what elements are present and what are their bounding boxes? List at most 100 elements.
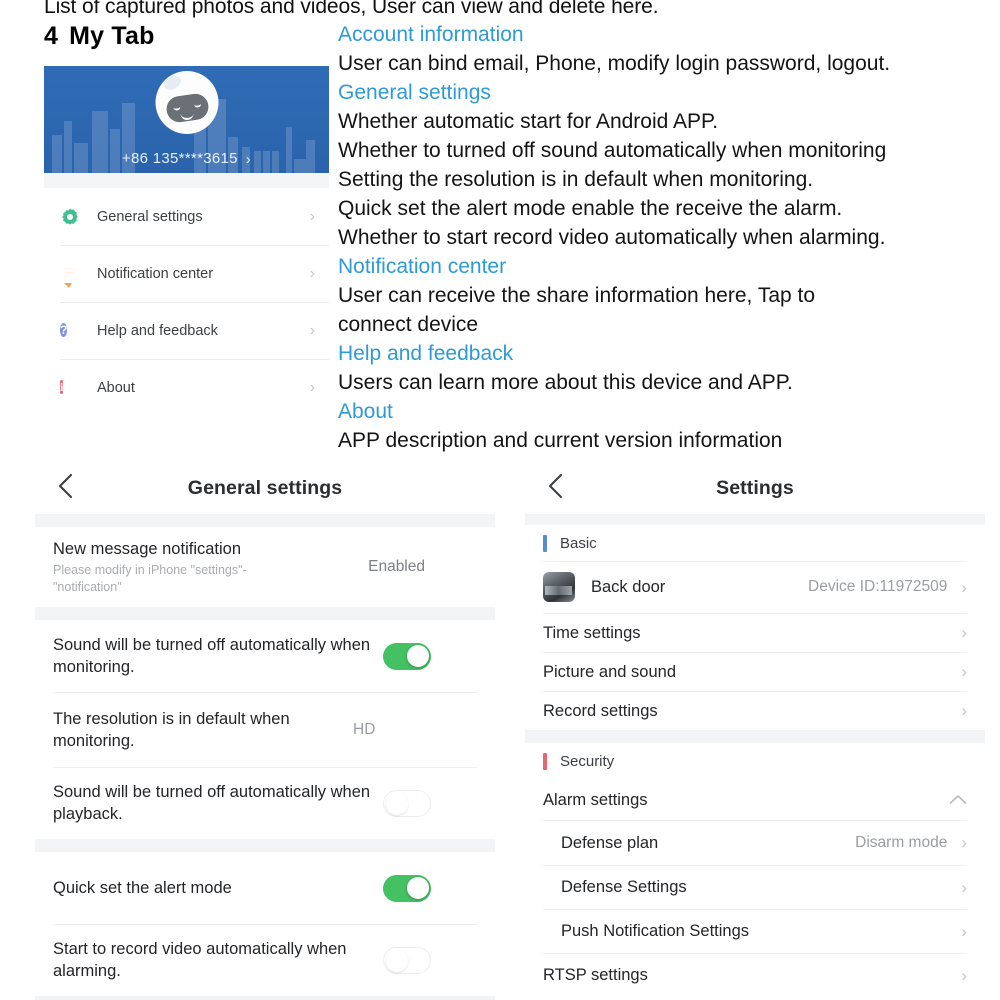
profile-banner[interactable]: +86 135****3615 › <box>44 66 329 173</box>
chevron-left-icon[interactable] <box>57 472 74 504</box>
row-value: HD <box>353 720 376 738</box>
row-title: Quick set the alert mode <box>53 879 232 897</box>
row-title: RTSP settings <box>543 966 648 984</box>
menu-item-label: Help and feedback <box>97 322 218 339</box>
menu-item-label: General settings <box>97 208 203 225</box>
toggle-knob <box>385 793 408 815</box>
chevron-right-icon: › <box>961 577 967 597</box>
chevron-right-icon: › <box>309 321 315 339</box>
question-icon: ? <box>60 321 80 341</box>
row-title: New message notification <box>53 540 242 558</box>
row-title: Sound will be turned off automatically w… <box>53 783 371 823</box>
chevron-right-icon: › <box>309 378 315 396</box>
truncated-previous-line: List of captured photos and videos, User… <box>44 0 659 18</box>
info-icon: i <box>60 378 80 398</box>
menu-item-notification-center[interactable]: Notification center › <box>44 245 329 302</box>
mock-section-gap <box>44 173 329 188</box>
row-record-video-on-alarm[interactable]: Start to record video automatically when… <box>35 924 495 996</box>
section-band <box>35 839 495 852</box>
description-line: User can receive the share information h… <box>338 284 816 336</box>
section-band <box>35 514 495 527</box>
group-header-basic: Basic <box>525 525 985 561</box>
section-band <box>525 730 985 743</box>
row-title: Time settings <box>543 623 641 642</box>
row-title: Start to record video automatically when… <box>53 940 347 980</box>
description-line: Whether to turned off sound automaticall… <box>338 139 887 162</box>
chevron-right-icon: › <box>961 662 967 681</box>
description-line: Quick set the alert mode enable the rece… <box>338 197 843 220</box>
chevron-right-icon: › <box>245 151 252 168</box>
menu-item-label: Notification center <box>97 265 214 282</box>
description-line: APP description and current version info… <box>338 429 783 452</box>
info-glyph: i <box>60 379 64 394</box>
account-phone-number: +86 135****3615 <box>121 150 238 167</box>
menu-item-help-and-feedback[interactable]: ? Help and feedback › <box>44 302 329 359</box>
row-push-notification-settings[interactable]: Push Notification Settings › <box>525 909 985 953</box>
row-record-settings[interactable]: Record settings › <box>525 691 985 730</box>
section-band <box>35 607 495 620</box>
row-rtsp-settings[interactable]: RTSP settings › <box>525 953 985 997</box>
menu-item-about[interactable]: i About › <box>44 359 329 416</box>
row-value-device-id: Device ID:11972509 <box>808 578 948 595</box>
toggle-knob <box>385 950 408 972</box>
page-title: 4 My Tab <box>44 22 155 51</box>
description-heading-general-settings: General settings <box>338 81 491 104</box>
description-line: Whether to start record video automatica… <box>338 226 886 249</box>
avatar <box>155 71 218 134</box>
toggle-record-video-on-alarm[interactable] <box>383 946 431 974</box>
description-line: Whether automatic start for Android APP. <box>338 110 719 133</box>
chevron-up-icon[interactable] <box>949 791 967 808</box>
toggle-sound-off-monitoring[interactable] <box>383 642 431 670</box>
row-quick-set-alert-mode[interactable]: Quick set the alert mode <box>35 852 495 924</box>
row-defense-plan[interactable]: Defense plan Disarm mode › <box>525 820 985 865</box>
chevron-right-icon: › <box>309 207 315 225</box>
chevron-right-icon: › <box>961 701 967 720</box>
section-number: 4 <box>44 22 59 50</box>
account-phone-row[interactable]: +86 135****3615 › <box>44 150 329 168</box>
bubble-icon <box>60 264 80 284</box>
chevron-right-icon: › <box>961 877 967 897</box>
section-band <box>35 996 495 1000</box>
group-accent-bar <box>543 752 547 770</box>
row-title: Alarm settings <box>543 790 648 809</box>
description-heading-about: About <box>338 400 393 423</box>
toggle-quick-set-alert-mode[interactable] <box>383 874 431 902</box>
description-line: Setting the resolution is in default whe… <box>338 168 814 191</box>
settings-title: Settings <box>716 476 794 499</box>
row-picture-and-sound[interactable]: Picture and sound › <box>525 652 985 691</box>
settings-nav-bar: Settings <box>525 462 985 514</box>
description-heading-help-and-feedback: Help and feedback <box>338 342 514 365</box>
toggle-sound-off-playback[interactable] <box>383 789 431 817</box>
group-label: Basic <box>560 534 597 552</box>
row-time-settings[interactable]: Time settings › <box>525 613 985 652</box>
row-title: Sound will be turned off automatically w… <box>53 636 371 676</box>
chevron-right-icon: › <box>309 264 315 282</box>
row-defense-settings[interactable]: Defense Settings › <box>525 865 985 909</box>
avatar-highlight <box>161 73 183 93</box>
row-title: Picture and sound <box>543 662 677 681</box>
description-column: Account information User can bind email,… <box>338 20 998 455</box>
row-resolution-default[interactable]: The resolution is in default when monito… <box>35 692 495 767</box>
row-alarm-settings[interactable]: Alarm settings <box>525 779 985 820</box>
device-thumbnail <box>543 572 575 602</box>
row-sound-off-playback[interactable]: Sound will be turned off automatically w… <box>35 767 495 839</box>
description-line: Users can learn more about this device a… <box>338 371 793 394</box>
group-accent-bar <box>543 534 547 552</box>
chevron-left-icon[interactable] <box>547 472 564 504</box>
row-new-message-notification[interactable]: New message notification Please modify i… <box>35 527 495 607</box>
toggle-knob <box>406 645 429 667</box>
description-heading-notification-center: Notification center <box>338 255 507 278</box>
toggle-knob <box>406 877 429 899</box>
row-title: The resolution is in default when monito… <box>53 709 290 750</box>
gear-icon <box>60 207 80 227</box>
row-title: Back door <box>591 578 666 596</box>
menu-item-general-settings[interactable]: General settings › <box>44 188 329 245</box>
row-title: Defense Settings <box>561 878 687 896</box>
row-back-door-device[interactable]: Back door Device ID:11972509 › <box>525 561 985 613</box>
section-band <box>525 514 985 525</box>
chevron-right-icon: › <box>961 921 967 941</box>
general-settings-screen: General settings New message notificatio… <box>35 462 495 1000</box>
my-tab-phone-mockup: +86 135****3615 › General settings › Noti… <box>44 66 329 416</box>
row-sound-off-monitoring[interactable]: Sound will be turned off automatically w… <box>35 620 495 692</box>
chevron-right-icon: › <box>961 623 967 642</box>
